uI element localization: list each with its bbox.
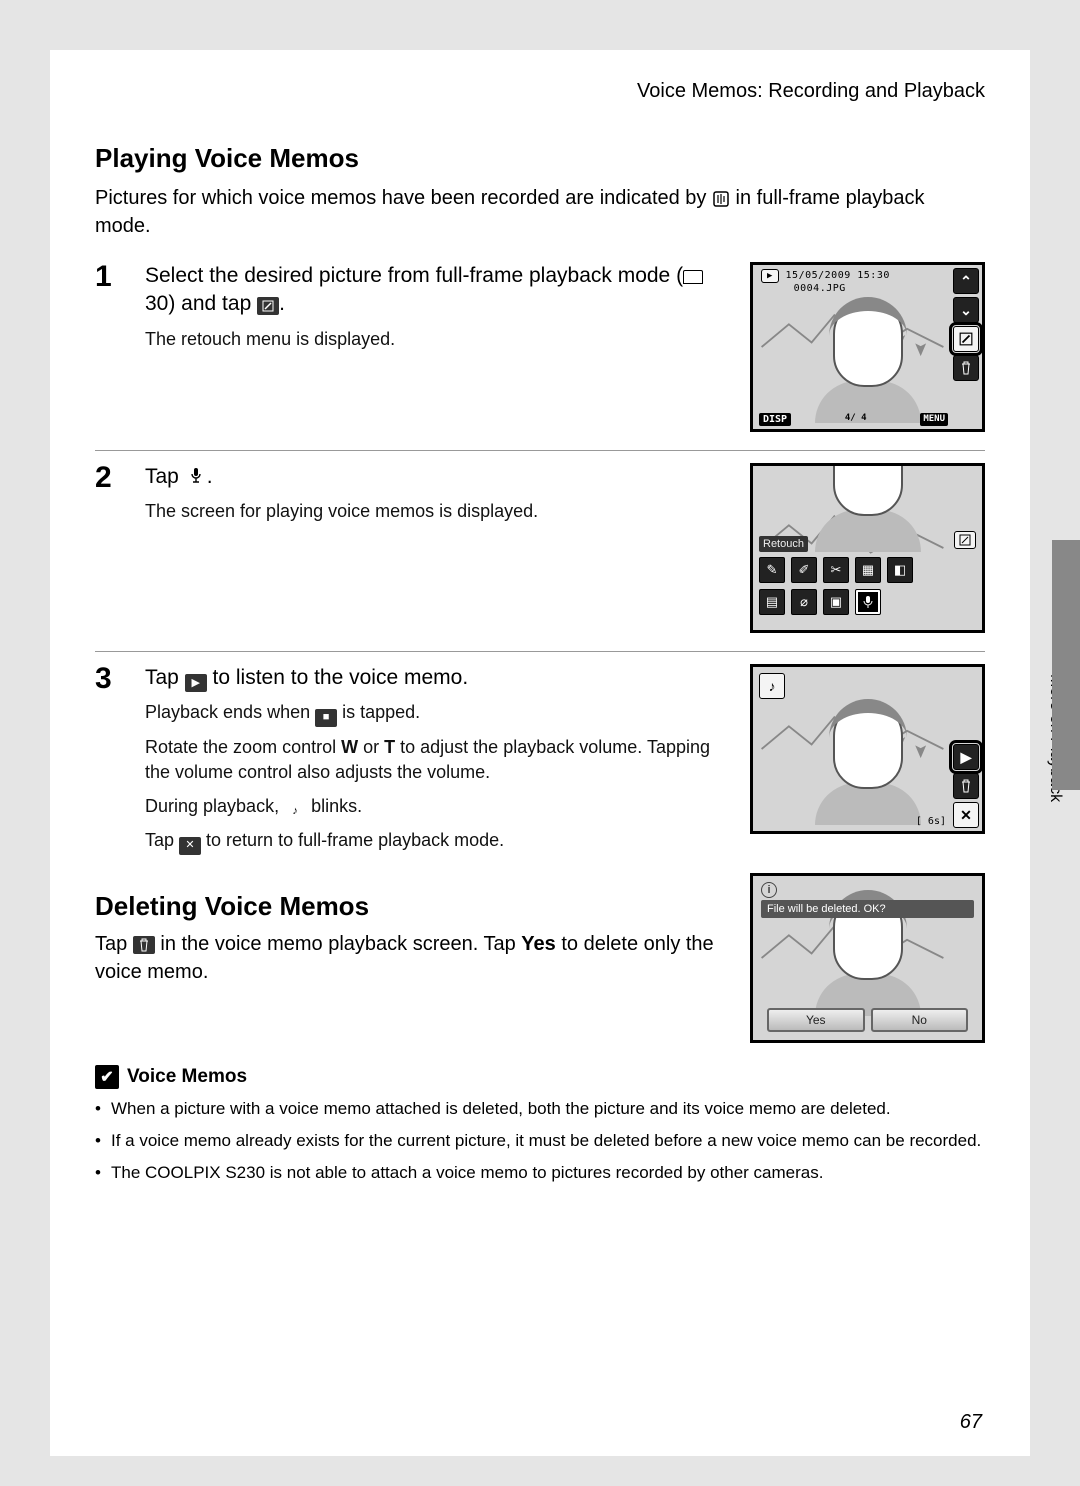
portrait-illustration — [803, 701, 933, 821]
note-icon: ♪ — [284, 802, 306, 820]
portrait-illustration — [803, 299, 933, 419]
check-icon: ✔ — [95, 1065, 119, 1089]
screenshot-meta: ▶ 15/05/2009 15:30 0004.JPG — [761, 269, 890, 294]
retouch-opt-1[interactable]: ✎ — [759, 557, 785, 583]
step-2: 2 Tap . The screen for playing voice mem… — [95, 451, 985, 652]
deleting-paragraph: Tap in the voice memo playback screen. T… — [95, 930, 715, 986]
retouch-opt-4[interactable]: ▦ — [855, 557, 881, 583]
microphone-icon — [185, 467, 207, 485]
dialog-yes-button[interactable]: Yes — [767, 1008, 865, 1032]
info-icon: i — [761, 882, 777, 898]
menu-button[interactable]: MENU — [920, 413, 948, 426]
notes-section: ✔ Voice Memos When a picture with a voic… — [95, 1065, 985, 1184]
stop-icon: ■ — [315, 709, 337, 727]
retouch-opt-8[interactable]: ▣ — [823, 589, 849, 615]
book-icon — [683, 270, 703, 284]
note-item: If a voice memo already exists for the c… — [95, 1129, 985, 1153]
play-mode-icon: ▶ — [761, 269, 779, 283]
delete-dialog-text: File will be deleted. OK? — [761, 900, 974, 918]
retouch-opt-6[interactable]: ▤ — [759, 589, 785, 615]
trash-icon — [133, 936, 155, 954]
retouch-icon-grid: ✎ ✐ ✂ ▦ ◧ ▤ ⌀ ▣ — [759, 557, 976, 615]
notes-heading: Voice Memos — [127, 1066, 247, 1088]
play-button-icon[interactable]: ▶ — [953, 744, 979, 770]
retouch-opt-mic[interactable] — [855, 589, 881, 615]
note-badge-icon: ♪ — [759, 673, 785, 699]
up-icon[interactable]: ⌃ — [953, 268, 979, 294]
step-1-screenshot: ▶ 15/05/2009 15:30 0004.JPG ⌃ ⌄ DISP 4/ … — [750, 262, 985, 432]
step-1-number: 1 — [95, 262, 135, 432]
step-2-number: 2 — [95, 463, 135, 633]
retouch-opt-2[interactable]: ✐ — [791, 557, 817, 583]
section-deleting-title: Deleting Voice Memos — [95, 891, 715, 922]
trash-icon[interactable] — [953, 773, 979, 799]
note-item: When a picture with a voice memo attache… — [95, 1097, 985, 1121]
step-2-title: Tap . — [145, 463, 715, 491]
header-breadcrumb: Voice Memos: Recording and Playback — [95, 80, 985, 103]
dialog-no-button[interactable]: No — [871, 1008, 969, 1032]
retouch-panel-label: Retouch — [759, 536, 808, 552]
down-icon[interactable]: ⌄ — [953, 297, 979, 323]
step-3-screenshot: ♪ ▶ ✕ [ 6s] — [750, 664, 985, 834]
deleting-screenshot: i File will be deleted. OK? Yes No — [750, 873, 985, 1043]
note-item: The COOLPIX S230 is not able to attach a… — [95, 1161, 985, 1185]
step-3-desc-1: Playback ends when ■ is tapped. — [145, 700, 715, 727]
disp-button[interactable]: DISP — [759, 413, 791, 426]
step-3: 3 Tap ▶ to listen to the voice memo. Pla… — [95, 652, 985, 873]
side-tab — [1052, 540, 1080, 790]
trash-icon[interactable] — [953, 355, 979, 381]
playback-time: [ 6s] — [916, 816, 946, 827]
section-deleting: Deleting Voice Memos Tap in the voice me… — [95, 873, 985, 1043]
page-number: 67 — [960, 1411, 982, 1434]
retouch-opt-3[interactable]: ✂ — [823, 557, 849, 583]
frame-counter: 4/ 4 — [845, 413, 867, 426]
memo-indicator-icon — [712, 190, 730, 208]
step-3-title: Tap ▶ to listen to the voice memo. — [145, 664, 715, 692]
step-1: 1 Select the desired picture from full-f… — [95, 250, 985, 451]
play-icon: ▶ — [185, 674, 207, 692]
close-x-icon[interactable]: ✕ — [953, 802, 979, 828]
close-x-icon: ✕ — [179, 837, 201, 855]
retouch-opt-5[interactable]: ◧ — [887, 557, 913, 583]
retouch-tool-icon — [257, 297, 279, 315]
step-3-desc-4: Tap ✕ to return to full-frame playback m… — [145, 828, 715, 855]
manual-page: Voice Memos: Recording and Playback Play… — [50, 50, 1030, 1456]
intro-paragraph: Pictures for which voice memos have been… — [95, 184, 985, 240]
notes-list: When a picture with a voice memo attache… — [95, 1097, 985, 1184]
step-3-desc-3: During playback, ♪ blinks. — [145, 794, 715, 821]
step-1-title: Select the desired picture from full-fra… — [145, 262, 715, 319]
retouch-close-icon[interactable] — [954, 531, 976, 549]
step-3-desc-2: Rotate the zoom control W or T to adjust… — [145, 735, 715, 785]
intro-text-a: Pictures for which voice memos have been… — [95, 187, 712, 209]
retouch-icon[interactable] — [953, 326, 979, 352]
retouch-opt-7[interactable]: ⌀ — [791, 589, 817, 615]
step-3-number: 3 — [95, 664, 135, 855]
step-2-desc: The screen for playing voice memos is di… — [145, 499, 715, 524]
step-1-desc: The retouch menu is displayed. — [145, 327, 715, 352]
section-playing-title: Playing Voice Memos — [95, 143, 985, 174]
step-2-screenshot: Retouch ✎ ✐ ✂ ▦ ◧ ▤ ⌀ ▣ — [750, 463, 985, 633]
